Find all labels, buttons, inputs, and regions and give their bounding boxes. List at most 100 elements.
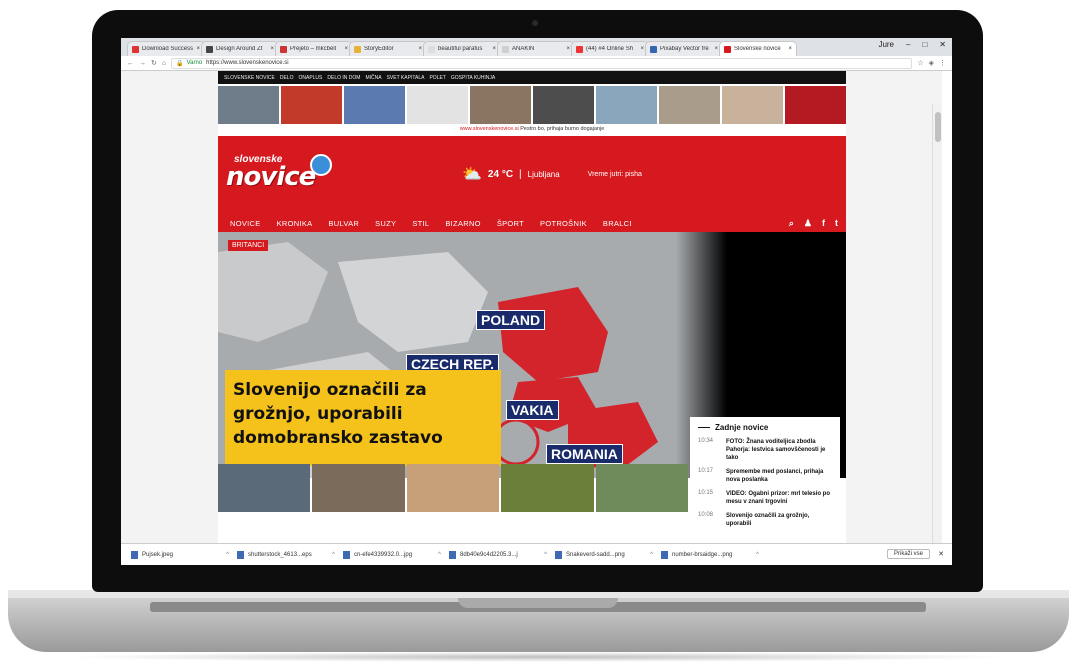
promo-thumbnail[interactable] <box>407 86 468 124</box>
promo-thumbnail[interactable] <box>281 86 342 124</box>
browser-tab[interactable]: Design Around Zt × <box>201 41 279 56</box>
promo-thumbnail[interactable] <box>596 86 657 124</box>
tab-title: Design Around Zt <box>216 46 263 52</box>
tab-close-icon[interactable]: × <box>196 46 200 52</box>
latest-news-item[interactable]: 10:08 Slovenijo označili za grožnjo, upor… <box>698 512 832 528</box>
address-bar: ← → ↻ ⌂ 🔒 Varno https://www.slovenskenov… <box>121 56 952 71</box>
browser-tab[interactable]: Slovenske novice × <box>719 41 797 56</box>
download-item[interactable]: Pujsek.jpeg ^ <box>131 550 237 559</box>
tab-close-icon[interactable]: × <box>270 46 274 52</box>
headline-box[interactable]: Slovenijo označili za grožnjo, uporabili… <box>225 370 501 466</box>
nav-item[interactable]: POTROŠNIK <box>540 219 587 228</box>
network-link[interactable]: DELO IN DOM <box>327 75 360 81</box>
network-link[interactable]: MIČNA <box>365 75 381 81</box>
show-all-button[interactable]: Prikaži vse <box>886 549 930 559</box>
logo-big: novice <box>226 162 316 192</box>
tab-close-icon[interactable]: × <box>344 46 348 52</box>
article-thumbnail[interactable] <box>312 464 405 512</box>
close-icon[interactable]: ✕ <box>939 40 946 49</box>
menu-icon[interactable]: ⋮ <box>939 59 946 67</box>
user-icon[interactable]: ♟ <box>804 218 812 229</box>
tab-title: (44) #4 Online Sh <box>586 46 634 52</box>
browser-tab[interactable]: (44) #4 Online Sh × <box>571 41 649 56</box>
tab-close-icon[interactable]: × <box>418 46 422 52</box>
browser-tab[interactable]: Prejeto – mkcbell × <box>275 41 353 56</box>
site-logo[interactable]: slovenske novice <box>226 154 332 194</box>
browser-tab[interactable]: Pixabay Vector fre × <box>645 41 723 56</box>
chevron-up-icon[interactable]: ^ <box>226 552 229 558</box>
minimize-icon[interactable]: – <box>906 40 910 49</box>
weather-widget[interactable]: ⛅ 24 °C | Ljubljana Vreme jutri: pisha <box>462 164 642 184</box>
download-item[interactable]: cn-efe4339932.0...jpg ^ <box>343 550 449 559</box>
browser-tab[interactable]: ANAKIN × <box>497 41 575 56</box>
secure-label: Varno <box>186 60 203 66</box>
maximize-icon[interactable]: □ <box>922 40 927 49</box>
news-time: 10:08 <box>698 512 714 518</box>
nav-item[interactable]: STIL <box>412 219 429 228</box>
network-link[interactable]: POLET <box>429 75 445 81</box>
article-thumbnail[interactable] <box>595 464 689 512</box>
download-item[interactable]: shutterstock_4613...eps ^ <box>237 550 343 559</box>
url-field[interactable]: 🔒 Varno https://www.slovenskenovice.si <box>171 57 913 69</box>
promo-thumbnail[interactable] <box>218 86 279 124</box>
article-thumbnail[interactable] <box>218 464 311 512</box>
download-item[interactable]: 8db40e9c4d2205.3...j ^ <box>449 550 555 559</box>
nav-item[interactable]: BULVAR <box>328 219 359 228</box>
promo-thumbnail[interactable] <box>659 86 720 124</box>
camera-icon <box>532 20 538 26</box>
facebook-icon[interactable]: f <box>822 218 825 228</box>
latest-news-item[interactable]: 10:17 Spremembe med poslanci, prihaja nov… <box>698 468 832 484</box>
network-link[interactable]: GOSPITA KUHINJA <box>451 75 495 81</box>
promo-thumbnail[interactable] <box>722 86 783 124</box>
latest-news-item[interactable]: 10:15 VIDEO: Ogabni prizor: mrl telesio p… <box>698 490 832 506</box>
download-item[interactable]: Snakeverd-sadd...png ^ <box>555 550 661 559</box>
tab-close-icon[interactable]: × <box>714 46 718 52</box>
nav-item[interactable]: BIZARNO <box>445 219 480 228</box>
chevron-up-icon[interactable]: ^ <box>756 552 759 558</box>
browser-tab[interactable]: Download Success × <box>127 41 205 56</box>
category-tag[interactable]: BRITANCI <box>228 240 269 251</box>
chevron-up-icon[interactable]: ^ <box>544 552 547 558</box>
browser-tab[interactable]: StoryEditor × <box>349 41 427 56</box>
extension-icon[interactable]: ◈ <box>929 59 934 67</box>
home-icon[interactable]: ⌂ <box>162 60 166 67</box>
chevron-up-icon[interactable]: ^ <box>332 552 335 558</box>
user-name[interactable]: Jure <box>878 40 894 49</box>
tab-close-icon[interactable]: × <box>566 46 570 52</box>
download-bar-close-icon[interactable]: ✕ <box>938 550 944 558</box>
nav-item[interactable]: KRONIKA <box>277 219 313 228</box>
browser-tab[interactable]: beautiful parafus × <box>423 41 501 56</box>
search-icon[interactable]: ⌕ <box>789 218 794 229</box>
back-icon[interactable]: ← <box>127 60 134 67</box>
promo-thumbnail[interactable] <box>470 86 531 124</box>
chevron-up-icon[interactable]: ^ <box>650 552 653 558</box>
promo-thumbnail[interactable] <box>785 86 846 124</box>
twitter-icon[interactable]: t <box>835 218 838 228</box>
tab-close-icon[interactable]: × <box>640 46 644 52</box>
scrollbar[interactable] <box>932 104 942 543</box>
nav-item[interactable]: NOVICE <box>230 219 261 228</box>
promo-thumbnail[interactable] <box>344 86 405 124</box>
tab-favicon-icon <box>280 45 287 53</box>
download-item[interactable]: number-brsaidge...png ^ <box>661 550 767 559</box>
promo-thumbnail[interactable] <box>533 86 594 124</box>
reload-icon[interactable]: ↻ <box>151 59 157 67</box>
article-thumbnail[interactable] <box>406 464 500 512</box>
tab-close-icon[interactable]: × <box>788 46 792 52</box>
article-thumbnail[interactable] <box>501 464 594 512</box>
chevron-up-icon[interactable]: ^ <box>438 552 441 558</box>
promo-line[interactable]: www.slovenskenovice.si Pestro bo, prihaj… <box>218 126 846 136</box>
latest-list: 10:34 FOTO: Žnana voditeljica zbodla Paho… <box>698 438 832 528</box>
forward-icon[interactable]: → <box>139 60 146 67</box>
tab-close-icon[interactable]: × <box>492 46 496 52</box>
network-link[interactable]: DELO <box>280 75 294 81</box>
star-icon[interactable]: ☆ <box>917 59 923 67</box>
scrollbar-thumb[interactable] <box>935 112 941 142</box>
nav-item[interactable]: ŠPORT <box>497 219 524 228</box>
latest-news-item[interactable]: 10:34 FOTO: Žnana voditeljica zbodla Paho… <box>698 438 832 462</box>
nav-item[interactable]: SUZY <box>375 219 396 228</box>
network-link[interactable]: SLOVENSKE NOVICE <box>224 75 275 81</box>
network-link[interactable]: SVET KAPITALA <box>387 75 425 81</box>
network-link[interactable]: ONAPLUS <box>298 75 322 81</box>
nav-item[interactable]: BRALCI <box>603 219 632 228</box>
